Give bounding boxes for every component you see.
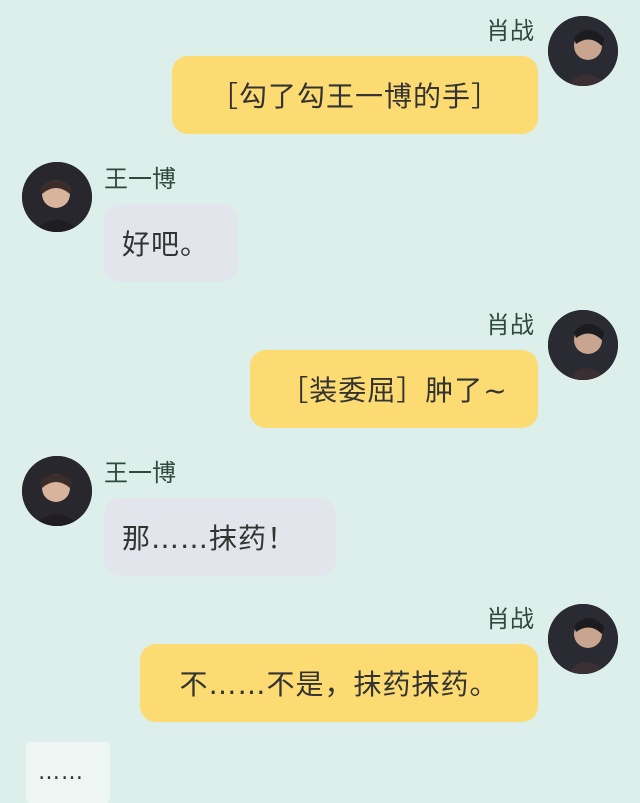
sender-name: 肖战 — [486, 605, 534, 633]
sender-name: 肖战 — [486, 17, 534, 45]
message-bubble[interactable]: ［勾了勾王一博的手］ — [172, 56, 538, 134]
sender-name: 肖战 — [486, 311, 534, 339]
avatar[interactable] — [548, 310, 618, 380]
sender-name: 王一博 — [104, 459, 176, 487]
message-bubble[interactable]: 那……抹药！ — [104, 498, 336, 576]
avatar[interactable] — [22, 162, 92, 232]
avatar[interactable] — [22, 456, 92, 526]
message-bubble[interactable]: 不……不是，抹药抹药。 — [140, 644, 538, 722]
avatar[interactable] — [548, 604, 618, 674]
avatar[interactable] — [548, 16, 618, 86]
message-bubble[interactable]: ［装委屈］肿了~ — [250, 350, 538, 428]
message-bubble[interactable]: 好吧。 — [104, 204, 238, 282]
sender-name: 王一博 — [104, 165, 176, 193]
message-input[interactable]: …… — [26, 742, 110, 803]
